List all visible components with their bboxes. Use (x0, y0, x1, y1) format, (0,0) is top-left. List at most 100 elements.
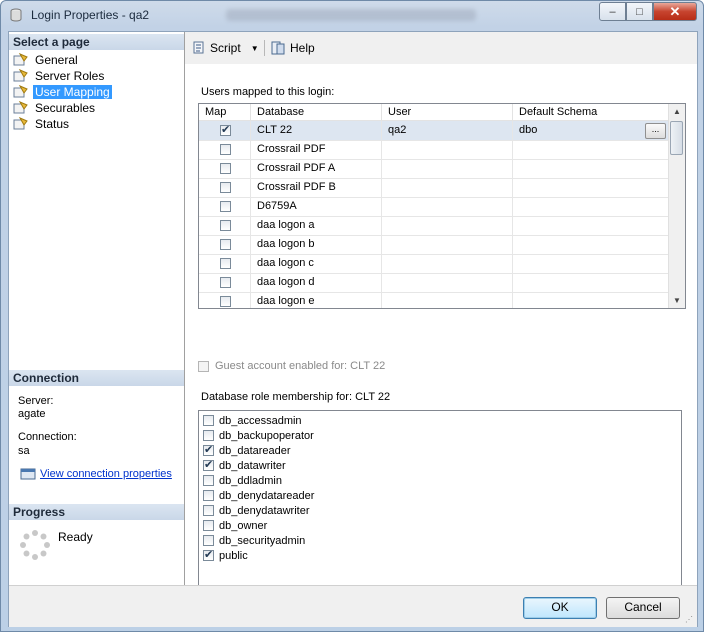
user-cell[interactable] (382, 292, 513, 308)
scroll-thumb[interactable] (670, 121, 683, 155)
role-checkbox[interactable] (203, 415, 214, 426)
role-checkbox[interactable] (203, 490, 214, 501)
user-cell[interactable] (382, 197, 513, 216)
map-cell[interactable] (199, 254, 251, 273)
table-row[interactable]: daa logon c (199, 254, 669, 274)
role-item-db-securityadmin[interactable]: db_securityadmin (203, 533, 305, 548)
browse-schema-button[interactable]: ... (645, 123, 666, 139)
close-button[interactable]: ✕ (653, 2, 697, 21)
role-checkbox[interactable] (203, 475, 214, 486)
map-checkbox[interactable] (220, 163, 231, 174)
map-cell[interactable] (199, 197, 251, 216)
users-mapped-grid[interactable]: Map Database User Default Schema ✔ CLT 22… (198, 103, 686, 309)
page-item-status[interactable]: Status (13, 116, 71, 132)
map-cell[interactable] (199, 159, 251, 178)
default-schema-cell[interactable] (513, 159, 669, 178)
page-item-user-mapping[interactable]: User Mapping (13, 84, 112, 100)
view-connection-properties-link[interactable]: View connection properties (40, 468, 172, 480)
role-item-public[interactable]: ✔ public (203, 548, 248, 563)
grid-vertical-scrollbar[interactable]: ▲ ▼ (668, 104, 685, 308)
table-row[interactable]: Crossrail PDF B (199, 178, 669, 198)
default-schema-cell[interactable] (513, 216, 669, 235)
scroll-up-icon[interactable]: ▲ (673, 107, 681, 116)
map-cell[interactable] (199, 235, 251, 254)
script-dropdown-icon[interactable]: ▼ (251, 44, 259, 53)
scroll-down-icon[interactable]: ▼ (673, 296, 681, 305)
map-cell[interactable] (199, 216, 251, 235)
map-cell[interactable] (199, 273, 251, 292)
dialog-client: Select a page General Server Roles User Ma… (8, 31, 698, 627)
map-cell[interactable] (199, 292, 251, 308)
page-item-securables[interactable]: Securables (13, 100, 97, 116)
table-row[interactable]: ✔ CLT 22 qa2 dbo... (199, 121, 669, 141)
user-cell[interactable] (382, 140, 513, 159)
resize-grip-icon[interactable]: ⋰ (685, 615, 695, 625)
user-cell[interactable] (382, 254, 513, 273)
role-checkbox[interactable] (203, 430, 214, 441)
user-cell[interactable] (382, 273, 513, 292)
default-schema-cell[interactable] (513, 273, 669, 292)
user-cell[interactable] (382, 235, 513, 254)
default-schema-cell[interactable] (513, 178, 669, 197)
map-cell[interactable] (199, 178, 251, 197)
role-item-db-backupoperator[interactable]: db_backupoperator (203, 428, 314, 443)
default-schema-cell[interactable]: dbo... (513, 121, 669, 140)
role-checkbox[interactable] (203, 520, 214, 531)
role-item-db-denydatawriter[interactable]: db_denydatawriter (203, 503, 310, 518)
title-bar[interactable]: Login Properties - qa2 – □ ✕ (1, 1, 703, 29)
column-header-default-schema[interactable]: Default Schema (513, 104, 669, 121)
table-row[interactable]: Crossrail PDF A (199, 159, 669, 179)
script-button[interactable]: Script ▼ (191, 39, 259, 57)
default-schema-cell[interactable] (513, 254, 669, 273)
map-cell[interactable] (199, 140, 251, 159)
role-item-db-accessadmin[interactable]: db_accessadmin (203, 413, 302, 428)
table-row[interactable]: Crossrail PDF (199, 140, 669, 160)
user-cell[interactable] (382, 178, 513, 197)
page-item-general[interactable]: General (13, 52, 80, 68)
map-checkbox[interactable] (220, 296, 231, 307)
default-schema-cell[interactable] (513, 235, 669, 254)
help-button[interactable]: Help (270, 39, 315, 57)
role-membership-list[interactable]: db_accessadmin db_backupoperator ✔ db_datar… (198, 410, 682, 605)
role-checkbox[interactable]: ✔ (203, 549, 214, 561)
role-item-db-ddladmin[interactable]: db_ddladmin (203, 473, 282, 488)
user-cell[interactable] (382, 159, 513, 178)
role-checkbox[interactable] (203, 505, 214, 516)
role-checkbox[interactable]: ✔ (203, 444, 214, 456)
map-checkbox[interactable] (220, 182, 231, 193)
maximize-button[interactable]: □ (626, 2, 653, 21)
role-checkbox[interactable] (203, 535, 214, 546)
map-checkbox[interactable] (220, 277, 231, 288)
ok-button[interactable]: OK (523, 597, 597, 619)
map-checkbox[interactable] (220, 258, 231, 269)
column-header-user[interactable]: User (382, 104, 513, 121)
role-item-db-datawriter[interactable]: ✔ db_datawriter (203, 458, 286, 473)
map-checkbox[interactable] (220, 144, 231, 155)
role-item-db-denydatareader[interactable]: db_denydatareader (203, 488, 314, 503)
table-row[interactable]: daa logon b (199, 235, 669, 255)
table-row[interactable]: daa logon d (199, 273, 669, 293)
map-cell[interactable]: ✔ (199, 121, 251, 140)
role-item-db-datareader[interactable]: ✔ db_datareader (203, 443, 291, 458)
map-checkbox[interactable] (220, 220, 231, 231)
default-schema-cell[interactable] (513, 197, 669, 216)
role-checkbox[interactable]: ✔ (203, 459, 214, 471)
map-checkbox[interactable] (220, 201, 231, 212)
minimize-button[interactable]: – (599, 2, 626, 21)
guest-account-checkbox[interactable] (198, 360, 209, 372)
column-header-database[interactable]: Database (251, 104, 382, 121)
column-header-map[interactable]: Map (199, 104, 251, 121)
default-schema-cell[interactable] (513, 292, 669, 308)
default-schema-cell[interactable] (513, 140, 669, 159)
table-row[interactable]: daa logon a (199, 216, 669, 236)
user-cell[interactable] (382, 216, 513, 235)
page-item-server-roles[interactable]: Server Roles (13, 68, 106, 84)
role-item-db-owner[interactable]: db_owner (203, 518, 267, 533)
database-icon (10, 8, 22, 22)
map-checkbox[interactable] (220, 239, 231, 250)
map-checkbox[interactable]: ✔ (220, 124, 231, 136)
table-row[interactable]: daa logon e (199, 292, 669, 308)
cancel-button[interactable]: Cancel (606, 597, 680, 619)
user-cell[interactable]: qa2 (382, 121, 513, 140)
table-row[interactable]: D6759A (199, 197, 669, 217)
